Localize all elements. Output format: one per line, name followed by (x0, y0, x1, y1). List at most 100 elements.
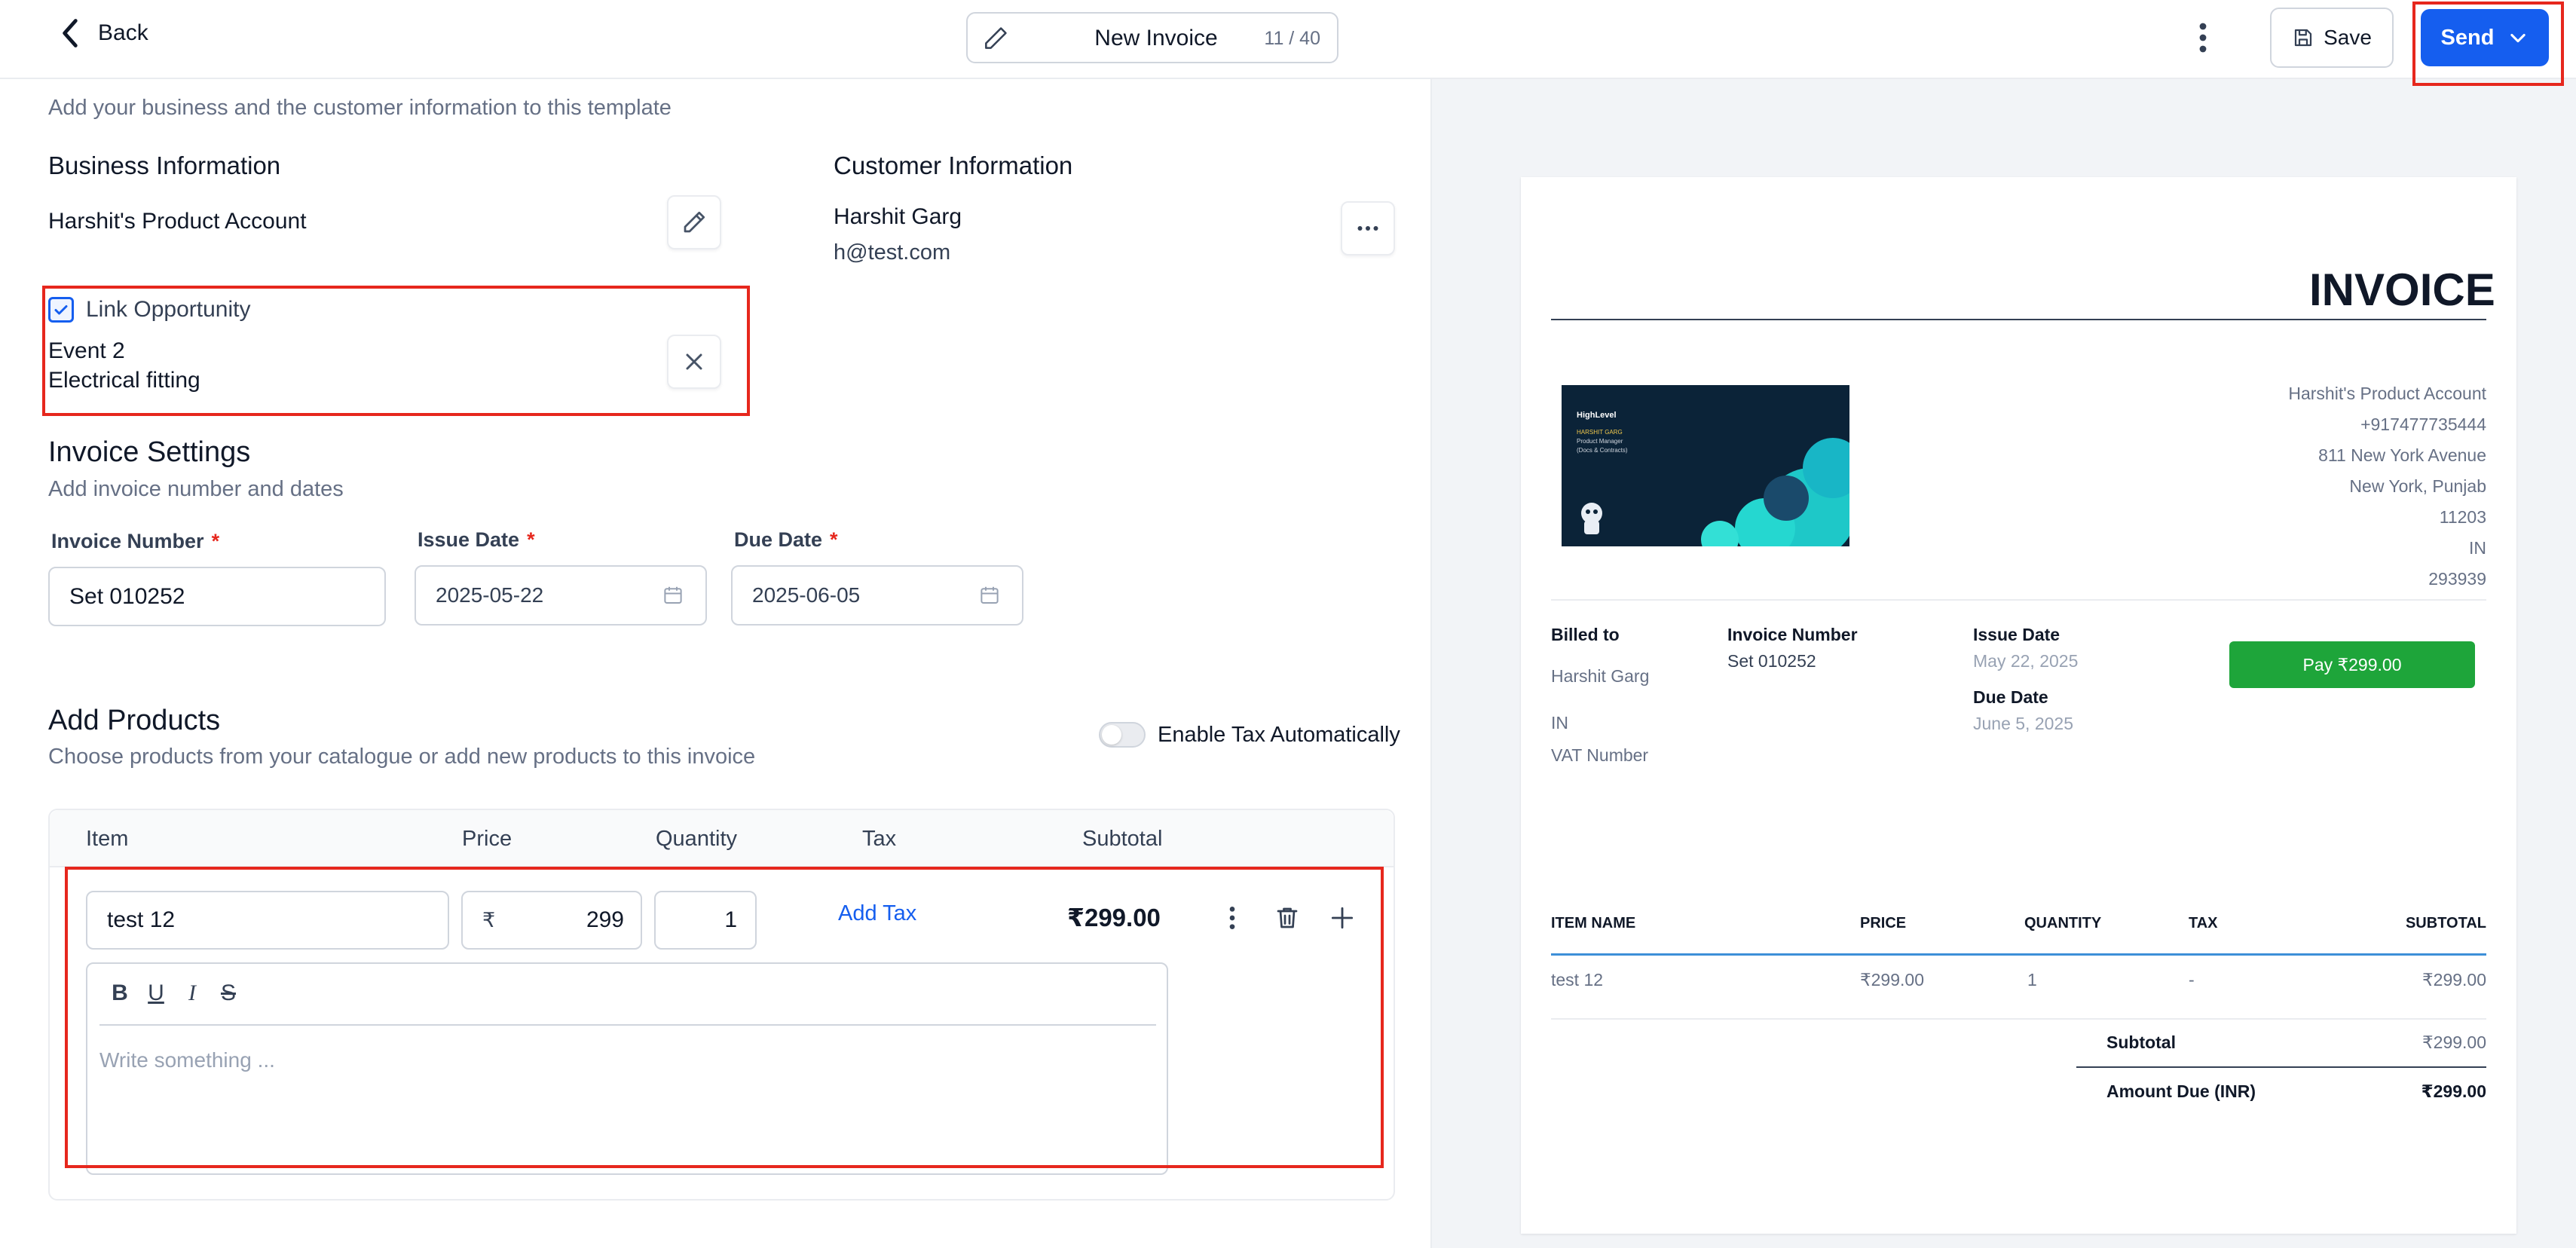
trash-icon[interactable] (1274, 903, 1301, 933)
column-price: Price (462, 827, 512, 851)
edit-business-button[interactable] (667, 195, 721, 249)
preview-row-tax: - (2189, 970, 2195, 990)
editor-toolbar-divider (99, 1024, 1156, 1026)
heading-rule (1551, 319, 2486, 320)
business-line: 11203 (2439, 507, 2486, 527)
add-row-icon[interactable] (1328, 903, 1357, 933)
link-opportunity-row: Link Opportunity (48, 297, 250, 323)
invoice-form-panel: Business & Customer Information Add your… (0, 0, 1430, 1248)
preview-issue-date-label: Issue Date (1973, 625, 2060, 644)
preview-subtotal-label: Subtotal (2106, 1032, 2176, 1052)
invoice-number-label-text: Invoice Number (51, 530, 204, 552)
link-opportunity-label: Link Opportunity (86, 297, 251, 322)
billed-to-country: IN (1551, 713, 1568, 733)
due-date-label: Due Date * (734, 528, 838, 552)
column-tax: Tax (862, 827, 897, 851)
quantity-input[interactable]: 1 (654, 891, 757, 950)
invoice-number-input[interactable]: Set 010252 (48, 567, 386, 626)
invoice-title: New Invoice (1094, 26, 1218, 50)
send-button[interactable]: Send (2421, 9, 2549, 66)
check-icon (54, 305, 68, 315)
preview-col-subtotal: SUBTOTAL (2405, 915, 2486, 931)
preview-col-quantity: QUANTITY (2024, 915, 2102, 931)
tax-toggle-row: Enable Tax Automatically (1099, 722, 1400, 748)
calendar-icon[interactable] (662, 584, 684, 607)
row-subtotal: ₹299.00 (1067, 904, 1161, 931)
preview-row-quantity: 1 (2027, 970, 2037, 990)
business-line: 811 New York Avenue (2318, 445, 2486, 465)
enable-tax-label: Enable Tax Automatically (1158, 722, 1400, 747)
price-input[interactable]: ₹ 299 (461, 891, 642, 950)
add-products-subtitle: Choose products from your catalogue or a… (48, 745, 756, 769)
preview-invoice-number: Set 010252 (1727, 651, 1816, 671)
preview-col-item: ITEM NAME (1551, 915, 1636, 931)
add-tax-link[interactable]: Add Tax (838, 901, 916, 926)
column-item: Item (86, 827, 129, 851)
required-mark: * (830, 528, 838, 551)
price-value: 299 (586, 907, 624, 932)
save-label: Save (2324, 26, 2372, 49)
invoice-title-input[interactable]: New Invoice 11 / 40 (966, 12, 1338, 63)
business-line: IN (2469, 538, 2486, 558)
invoice-number-value: Set 010252 (69, 583, 185, 609)
pay-button[interactable]: Pay ₹299.00 (2229, 641, 2475, 688)
unlink-opportunity-button[interactable] (667, 335, 721, 389)
preview-row-divider (1551, 1018, 2486, 1020)
back-button[interactable]: Back (59, 17, 148, 50)
save-button[interactable]: Save (2270, 8, 2394, 68)
business-line: Harshit's Product Account (2288, 384, 2486, 403)
business-logo: HighLevel HARSHIT GARG Product Manager (… (1562, 385, 1849, 546)
business-customer-subtitle: Add your business and the customer infor… (48, 96, 672, 120)
more-vertical-icon[interactable] (2192, 20, 2214, 56)
customer-name: Harshit Garg (834, 204, 962, 229)
preview-total-rule (2076, 1066, 2486, 1068)
preview-amount-due-value: ₹299.00 (2421, 1081, 2486, 1101)
quantity-value: 1 (724, 907, 737, 932)
issue-date-label-text: Issue Date (418, 528, 520, 551)
address-divider (1551, 599, 2486, 601)
invoice-heading: INVOICE (2309, 265, 2495, 315)
toggle-knob (1102, 725, 1121, 745)
preview-due-date-label: Due Date (1973, 687, 2048, 707)
chevron-down-icon (2510, 33, 2526, 43)
editor-placeholder: Write something ... (99, 1048, 275, 1072)
pencil-icon (985, 27, 1007, 49)
opportunity-description: Electrical fitting (48, 368, 200, 393)
enable-tax-toggle[interactable] (1099, 722, 1146, 748)
more-horizontal-icon (1357, 226, 1378, 231)
calendar-icon[interactable] (978, 584, 1001, 607)
business-line: New York, Punjab (2349, 476, 2486, 496)
italic-icon[interactable]: I (179, 980, 205, 1006)
chevron-left-icon (63, 19, 78, 47)
bold-icon[interactable]: B (107, 980, 133, 1006)
customer-more-button[interactable] (1341, 201, 1395, 255)
customer-info-heading: Customer Information (834, 151, 1073, 179)
preview-issue-date: May 22, 2025 (1973, 651, 2079, 671)
required-mark: * (211, 530, 220, 552)
save-icon (2294, 29, 2312, 47)
due-date-input[interactable]: 2025-06-05 (731, 565, 1023, 626)
strikethrough-icon[interactable]: S (216, 980, 241, 1006)
opportunity-name: Event 2 (48, 338, 125, 363)
issue-date-value: 2025-05-22 (436, 583, 544, 607)
back-label: Back (98, 20, 148, 45)
link-opportunity-checkbox[interactable] (48, 297, 74, 323)
description-editor[interactable]: B U I S Write something ... (86, 962, 1168, 1175)
business-info-heading: Business Information (48, 151, 281, 179)
preview-col-price: PRICE (1860, 915, 1907, 931)
business-line: 293939 (2428, 569, 2486, 589)
issue-date-input[interactable]: 2025-05-22 (415, 565, 707, 626)
row-more-icon[interactable] (1221, 903, 1244, 933)
title-char-count: 11 / 40 (1264, 28, 1320, 49)
preview-row-subtotal: ₹299.00 (2422, 970, 2486, 990)
close-icon (686, 353, 702, 370)
item-name-input[interactable]: test 12 (86, 891, 449, 950)
required-mark: * (527, 528, 535, 551)
billed-to-vat: VAT Number (1551, 745, 1649, 765)
business-line: +917477735444 (2360, 414, 2486, 434)
pencil-icon (684, 211, 705, 233)
item-name-value: test 12 (107, 907, 176, 932)
currency-symbol: ₹ (482, 908, 496, 931)
billed-to-label: Billed to (1551, 625, 1620, 644)
underline-icon[interactable]: U (143, 980, 169, 1006)
